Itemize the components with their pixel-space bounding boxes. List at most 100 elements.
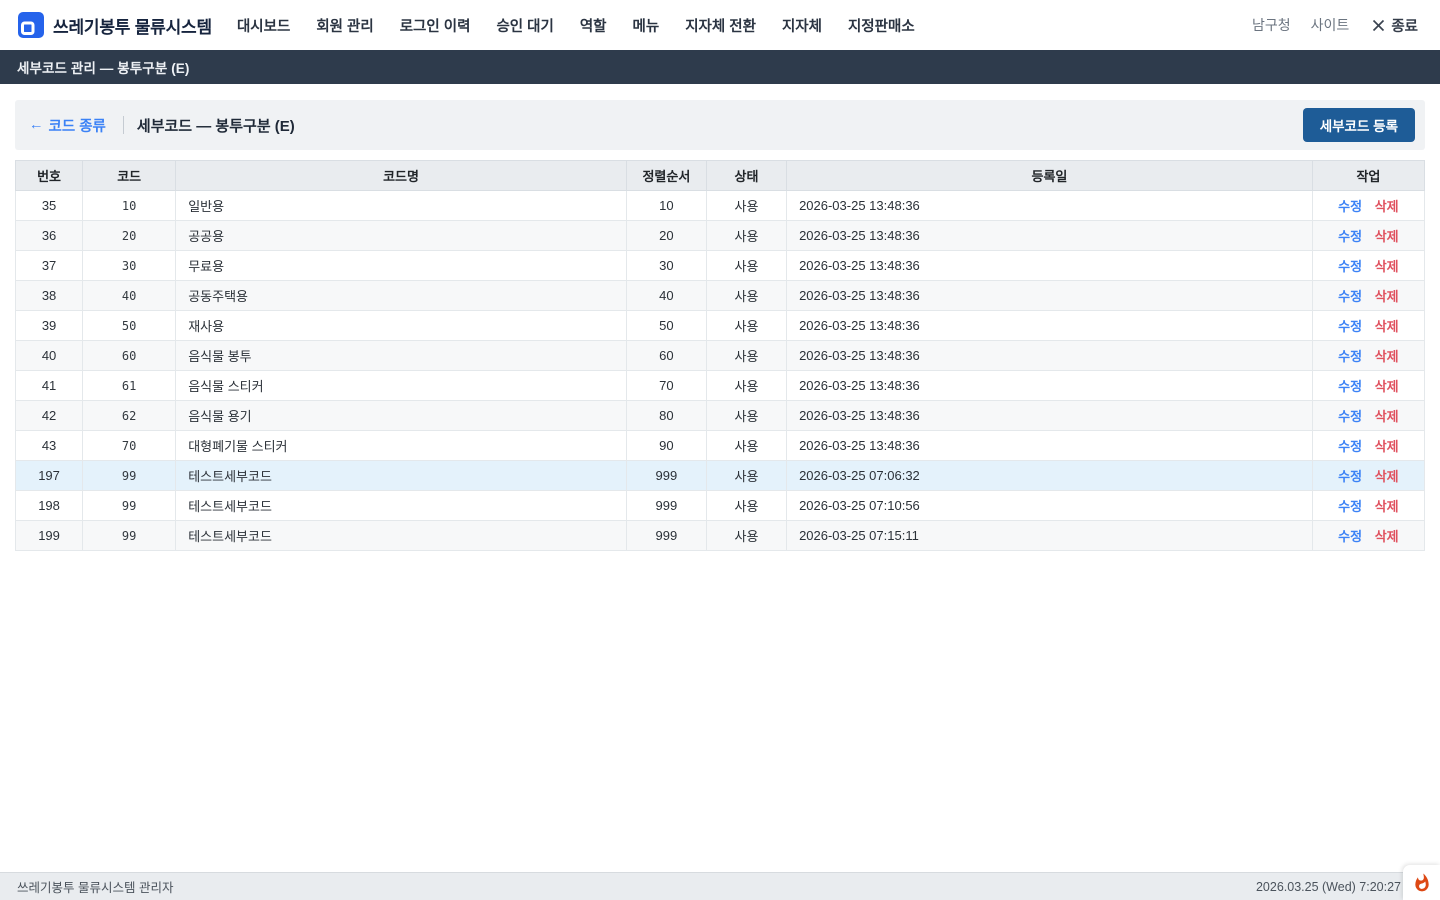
nav-item-gov[interactable]: 지자체 [769, 9, 835, 42]
edit-link[interactable]: 수정 [1338, 289, 1362, 304]
cell-no: 41 [16, 371, 83, 401]
cell-date: 2026-03-25 13:48:36 [787, 431, 1313, 461]
cell-code: 99 [83, 461, 176, 491]
cell-code: 20 [83, 221, 176, 251]
cell-no: 198 [16, 491, 83, 521]
breadcrumb-divider [123, 116, 124, 134]
topbar: 쓰레기봉투 물류시스템 대시보드회원 관리로그인 이력승인 대기역할메뉴지자체 … [0, 0, 1440, 50]
flame-icon [1412, 873, 1432, 893]
delete-link[interactable]: 삭제 [1375, 259, 1399, 274]
register-detail-code-button[interactable]: 세부코드 등록 [1303, 108, 1415, 142]
table-row: 37 30 무료용 30 사용 2026-03-25 13:48:36 수정 삭… [16, 251, 1425, 281]
cell-code: 99 [83, 521, 176, 551]
delete-link[interactable]: 삭제 [1375, 469, 1399, 484]
cell-status: 사용 [706, 311, 786, 341]
edit-link[interactable]: 수정 [1338, 529, 1362, 544]
edit-link[interactable]: 수정 [1338, 379, 1362, 394]
cell-actions: 수정 삭제 [1312, 311, 1424, 341]
cell-order: 30 [626, 251, 706, 281]
cell-name: 공동주택용 [176, 281, 627, 311]
cell-no: 35 [16, 191, 83, 221]
cell-order: 90 [626, 431, 706, 461]
cell-name: 테스트세부코드 [176, 461, 627, 491]
cell-date: 2026-03-25 13:48:36 [787, 221, 1313, 251]
delete-link[interactable]: 삭제 [1375, 319, 1399, 334]
cell-actions: 수정 삭제 [1312, 401, 1424, 431]
cell-name: 대형폐기물 스티커 [176, 431, 627, 461]
edit-link[interactable]: 수정 [1338, 349, 1362, 364]
col-header-actions: 작업 [1312, 161, 1424, 191]
delete-link[interactable]: 삭제 [1375, 499, 1399, 514]
nav-item-roles[interactable]: 역할 [567, 9, 620, 42]
nav-item-dashboard[interactable]: 대시보드 [224, 9, 303, 42]
detail-code-table-wrap: 번호 코드 코드명 정렬순서 상태 등록일 작업 35 10 일반용 10 사용… [15, 160, 1425, 551]
nav-item-members[interactable]: 회원 관리 [303, 9, 386, 42]
delete-link[interactable]: 삭제 [1375, 529, 1399, 544]
table-row: 40 60 음식물 봉투 60 사용 2026-03-25 13:48:36 수… [16, 341, 1425, 371]
cell-status: 사용 [706, 221, 786, 251]
delete-link[interactable]: 삭제 [1375, 439, 1399, 454]
delete-link[interactable]: 삭제 [1375, 289, 1399, 304]
edit-link[interactable]: 수정 [1338, 259, 1362, 274]
cell-actions: 수정 삭제 [1312, 521, 1424, 551]
edit-link[interactable]: 수정 [1338, 439, 1362, 454]
back-link[interactable]: ← 코드 종류 [25, 109, 110, 142]
nav-item-designated-sellers[interactable]: 지정판매소 [835, 9, 928, 42]
table-header-row: 번호 코드 코드명 정렬순서 상태 등록일 작업 [16, 161, 1425, 191]
cell-no: 39 [16, 311, 83, 341]
cell-name: 공공용 [176, 221, 627, 251]
col-header-order: 정렬순서 [626, 161, 706, 191]
cell-code: 50 [83, 311, 176, 341]
back-link-label: 코드 종류 [49, 115, 106, 136]
cell-order: 999 [626, 461, 706, 491]
logout-link[interactable]: 종료 [1362, 11, 1422, 40]
edit-link[interactable]: 수정 [1338, 409, 1362, 424]
cell-actions: 수정 삭제 [1312, 341, 1424, 371]
cell-code: 60 [83, 341, 176, 371]
edit-link[interactable]: 수정 [1338, 499, 1362, 514]
edit-link[interactable]: 수정 [1338, 469, 1362, 484]
edit-link[interactable]: 수정 [1338, 319, 1362, 334]
table-row: 198 99 테스트세부코드 999 사용 2026-03-25 07:10:5… [16, 491, 1425, 521]
cell-code: 10 [83, 191, 176, 221]
toolbar-panel: ← 코드 종류 세부코드 — 봉투구분 (E) 세부코드 등록 [15, 100, 1425, 150]
table-row: 39 50 재사용 50 사용 2026-03-25 13:48:36 수정 삭… [16, 311, 1425, 341]
debug-toolbar-toggle[interactable] [1403, 865, 1440, 900]
site-link[interactable]: 사이트 [1304, 11, 1357, 39]
nav-item-login-history[interactable]: 로그인 이력 [387, 9, 484, 42]
org-link[interactable]: 남구청 [1245, 11, 1298, 39]
cell-name: 재사용 [176, 311, 627, 341]
cell-order: 40 [626, 281, 706, 311]
cell-status: 사용 [706, 371, 786, 401]
delete-link[interactable]: 삭제 [1375, 199, 1399, 214]
cell-order: 10 [626, 191, 706, 221]
delete-link[interactable]: 삭제 [1375, 409, 1399, 424]
cell-date: 2026-03-25 13:48:36 [787, 311, 1313, 341]
cell-no: 199 [16, 521, 83, 551]
logout-label: 종료 [1391, 15, 1418, 36]
app-title: 쓰레기봉투 물류시스템 [53, 13, 212, 38]
delete-link[interactable]: 삭제 [1375, 379, 1399, 394]
delete-link[interactable]: 삭제 [1375, 349, 1399, 364]
cell-date: 2026-03-25 07:06:32 [787, 461, 1313, 491]
delete-link[interactable]: 삭제 [1375, 229, 1399, 244]
edit-link[interactable]: 수정 [1338, 229, 1362, 244]
cell-order: 70 [626, 371, 706, 401]
edit-link[interactable]: 수정 [1338, 199, 1362, 214]
brand[interactable]: 쓰레기봉투 물류시스템 [18, 12, 212, 38]
nav-item-gov-switch[interactable]: 지자체 전환 [672, 9, 769, 42]
topbar-right: 남구청 사이트 종료 [1245, 11, 1422, 40]
cell-date: 2026-03-25 13:48:36 [787, 371, 1313, 401]
cell-date: 2026-03-25 07:15:11 [787, 521, 1313, 551]
table-row: 38 40 공동주택용 40 사용 2026-03-25 13:48:36 수정… [16, 281, 1425, 311]
cell-date: 2026-03-25 13:48:36 [787, 341, 1313, 371]
cell-actions: 수정 삭제 [1312, 221, 1424, 251]
cell-actions: 수정 삭제 [1312, 431, 1424, 461]
nav-item-approval-pending[interactable]: 승인 대기 [483, 9, 566, 42]
nav-item-menus[interactable]: 메뉴 [620, 9, 673, 42]
cell-order: 80 [626, 401, 706, 431]
main-nav: 대시보드회원 관리로그인 이력승인 대기역할메뉴지자체 전환지자체지정판매소 [224, 9, 928, 42]
app-logo-icon [18, 12, 44, 38]
back-arrow-icon: ← [29, 117, 44, 133]
cell-no: 36 [16, 221, 83, 251]
